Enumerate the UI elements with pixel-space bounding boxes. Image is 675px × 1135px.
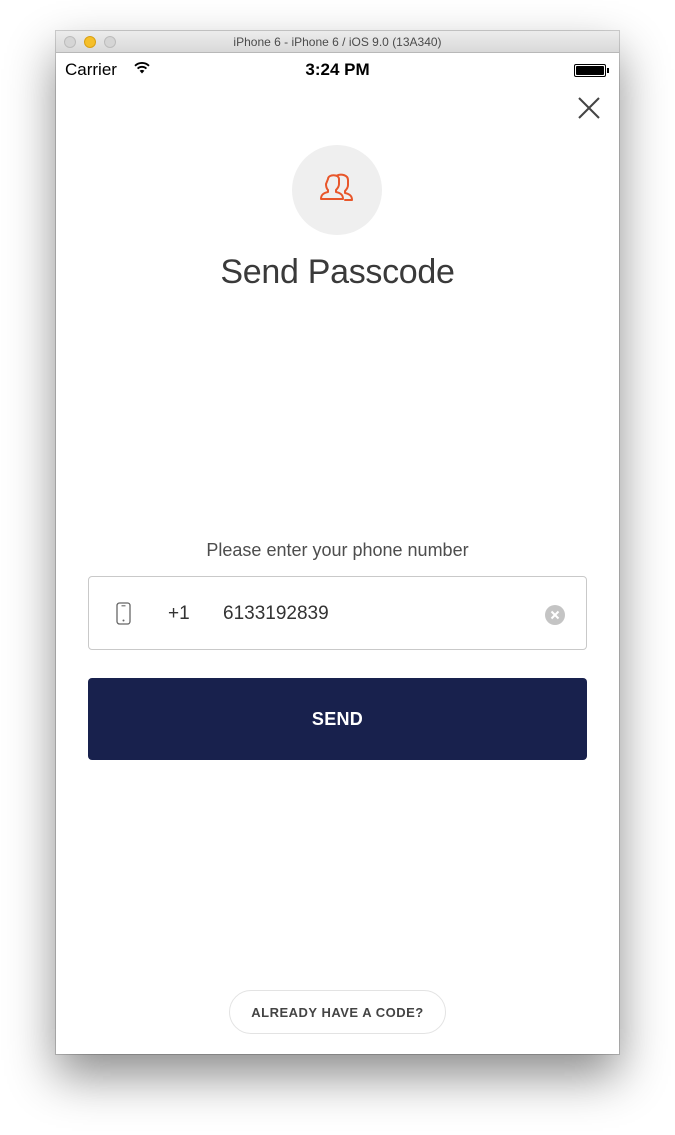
avatar: [292, 145, 382, 235]
simulator-window: iPhone 6 - iPhone 6 / iOS 9.0 (13A340) C…: [56, 31, 619, 1054]
phone-number-input[interactable]: [223, 594, 523, 634]
page-title: Send Passcode: [220, 253, 455, 291]
clear-circle-icon[interactable]: [545, 605, 565, 625]
window-title: iPhone 6 - iPhone 6 / iOS 9.0 (13A340): [233, 35, 442, 49]
phone-prompt: Please enter your phone number: [206, 540, 469, 560]
users-icon: [320, 173, 353, 201]
window-titlebar: iPhone 6 - iPhone 6 / iOS 9.0 (13A340): [56, 31, 619, 53]
status-time: 3:24 PM: [305, 60, 370, 79]
send-button[interactable]: SEND: [88, 678, 587, 760]
country-code[interactable]: +1: [168, 603, 190, 625]
status-bar: Carrier 3:24 PM: [56, 53, 619, 87]
close-icon[interactable]: [575, 94, 603, 122]
battery-icon: [574, 64, 606, 77]
app-screen: Carrier 3:24 PM Send Passcode Please ent…: [56, 53, 619, 1054]
already-have-code-button[interactable]: ALREADY HAVE A CODE?: [229, 990, 446, 1034]
phone-field[interactable]: +1: [88, 576, 587, 650]
battery-tip: [607, 68, 609, 73]
phone-icon: [116, 602, 131, 625]
